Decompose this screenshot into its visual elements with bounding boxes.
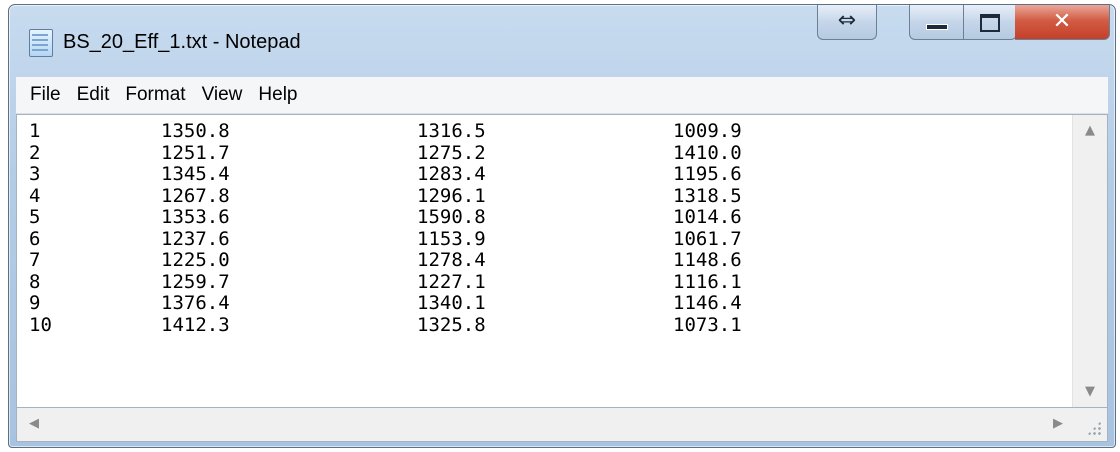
text-line: 6 1237.6 1153.9 1061.7 (29, 227, 1073, 251)
scroll-left-icon[interactable]: ◀ (29, 416, 39, 431)
value-col3: 1410.0 (673, 141, 742, 164)
value-col2: 1325.8 (417, 313, 486, 336)
line-index: 7 (29, 249, 41, 271)
line-index: 4 (29, 184, 41, 207)
value-col1: 1353.6 (161, 206, 230, 228)
value-col2: 1283.4 (417, 163, 486, 185)
value-col3: 1073.1 (673, 313, 742, 336)
menu-edit[interactable]: Edit (69, 77, 118, 113)
maximize-button[interactable] (962, 5, 1017, 39)
menu-help[interactable]: Help (250, 77, 305, 113)
notepad-window: BS_20_Eff_1.txt - Notepad ⇔ ✕ File Edit … (8, 4, 1116, 448)
line-index: 5 (29, 206, 41, 228)
value-col3: 1116.1 (673, 270, 742, 293)
value-col3: 1318.5 (673, 184, 742, 207)
line-index: 10 (29, 313, 52, 336)
value-col2: 1340.1 (417, 292, 486, 314)
value-col2: 1590.8 (417, 206, 486, 228)
minimize-button[interactable] (910, 5, 963, 39)
text-line: 5 1353.6 1590.8 1014.6 (29, 206, 1073, 229)
text-editor[interactable]: 1 1350.8 1316.5 1009.9 2 1251.7 1275.2 1410.0 … (16, 114, 1108, 408)
maximize-icon (979, 14, 1000, 32)
value-col1: 1267.8 (161, 184, 230, 207)
value-col1: 1345.4 (161, 163, 230, 185)
scroll-right-icon[interactable]: ▶ (1053, 416, 1063, 431)
line-index: 2 (29, 141, 41, 164)
resize-arrows-icon: ⇔ (837, 7, 857, 33)
menu-bar: File Edit Format View Help (16, 77, 1108, 114)
menu-format[interactable]: Format (117, 77, 193, 113)
line-index: 9 (29, 292, 41, 314)
window-title: BS_20_Eff_1.txt - Notepad (63, 31, 301, 53)
value-col3: 1009.9 (673, 120, 742, 142)
value-col1: 1237.6 (161, 227, 230, 250)
value-col2: 1227.1 (417, 270, 486, 293)
scroll-down-icon[interactable]: ▼ (1073, 384, 1107, 399)
resize-grip-icon[interactable] (1087, 421, 1101, 435)
text-line: 3 1345.4 1283.4 1195.6 (29, 163, 1073, 186)
value-col1: 1251.7 (161, 141, 230, 164)
value-col3: 1146.4 (673, 292, 742, 314)
value-col3: 1195.6 (673, 163, 742, 185)
window-controls (909, 5, 1017, 40)
line-index: 3 (29, 163, 41, 185)
value-col3: 1148.6 (673, 249, 742, 271)
title-bar[interactable]: BS_20_Eff_1.txt - Notepad ⇔ ✕ (9, 5, 1115, 77)
close-button[interactable]: ✕ (1015, 5, 1110, 40)
value-col2: 1278.4 (417, 249, 486, 271)
value-col1: 1259.7 (161, 270, 230, 293)
resize-button[interactable]: ⇔ (817, 5, 877, 40)
value-col2: 1275.2 (417, 141, 486, 164)
value-col1: 1412.3 (161, 313, 230, 336)
menu-view[interactable]: View (194, 77, 251, 113)
text-line: 1 1350.8 1316.5 1009.9 (29, 120, 1073, 143)
line-index: 1 (29, 120, 41, 142)
line-index: 6 (29, 227, 41, 250)
value-col2: 1296.1 (417, 184, 486, 207)
value-col3: 1014.6 (673, 206, 742, 228)
line-index: 8 (29, 270, 41, 293)
close-x-icon: ✕ (1052, 9, 1072, 34)
text-line: 8 1259.7 1227.1 1116.1 (29, 270, 1073, 294)
value-col1: 1376.4 (161, 292, 230, 314)
vertical-scrollbar[interactable]: ▲ ▼ (1072, 115, 1107, 407)
value-col1: 1225.0 (161, 249, 230, 271)
text-line: 4 1267.8 1296.1 1318.5 (29, 184, 1073, 208)
text-line: 10 1412.3 1325.8 1073.1 (29, 313, 1073, 337)
value-col2: 1316.5 (417, 120, 486, 142)
text-line: 7 1225.0 1278.4 1148.6 (29, 249, 1073, 272)
text-line: 2 1251.7 1275.2 1410.0 (29, 141, 1073, 165)
menu-file[interactable]: File (16, 77, 69, 113)
text-content[interactable]: 1 1350.8 1316.5 1009.9 2 1251.7 1275.2 1410.0 … (17, 115, 1073, 407)
scroll-up-icon[interactable]: ▲ (1073, 123, 1107, 138)
text-line: 9 1376.4 1340.1 1146.4 (29, 292, 1073, 315)
value-col2: 1153.9 (417, 227, 486, 250)
minimize-icon (926, 24, 948, 30)
value-col1: 1350.8 (161, 120, 230, 142)
horizontal-scrollbar[interactable]: ◀ ▶ (16, 408, 1108, 442)
value-col3: 1061.7 (673, 227, 742, 250)
notepad-icon[interactable] (29, 29, 53, 57)
